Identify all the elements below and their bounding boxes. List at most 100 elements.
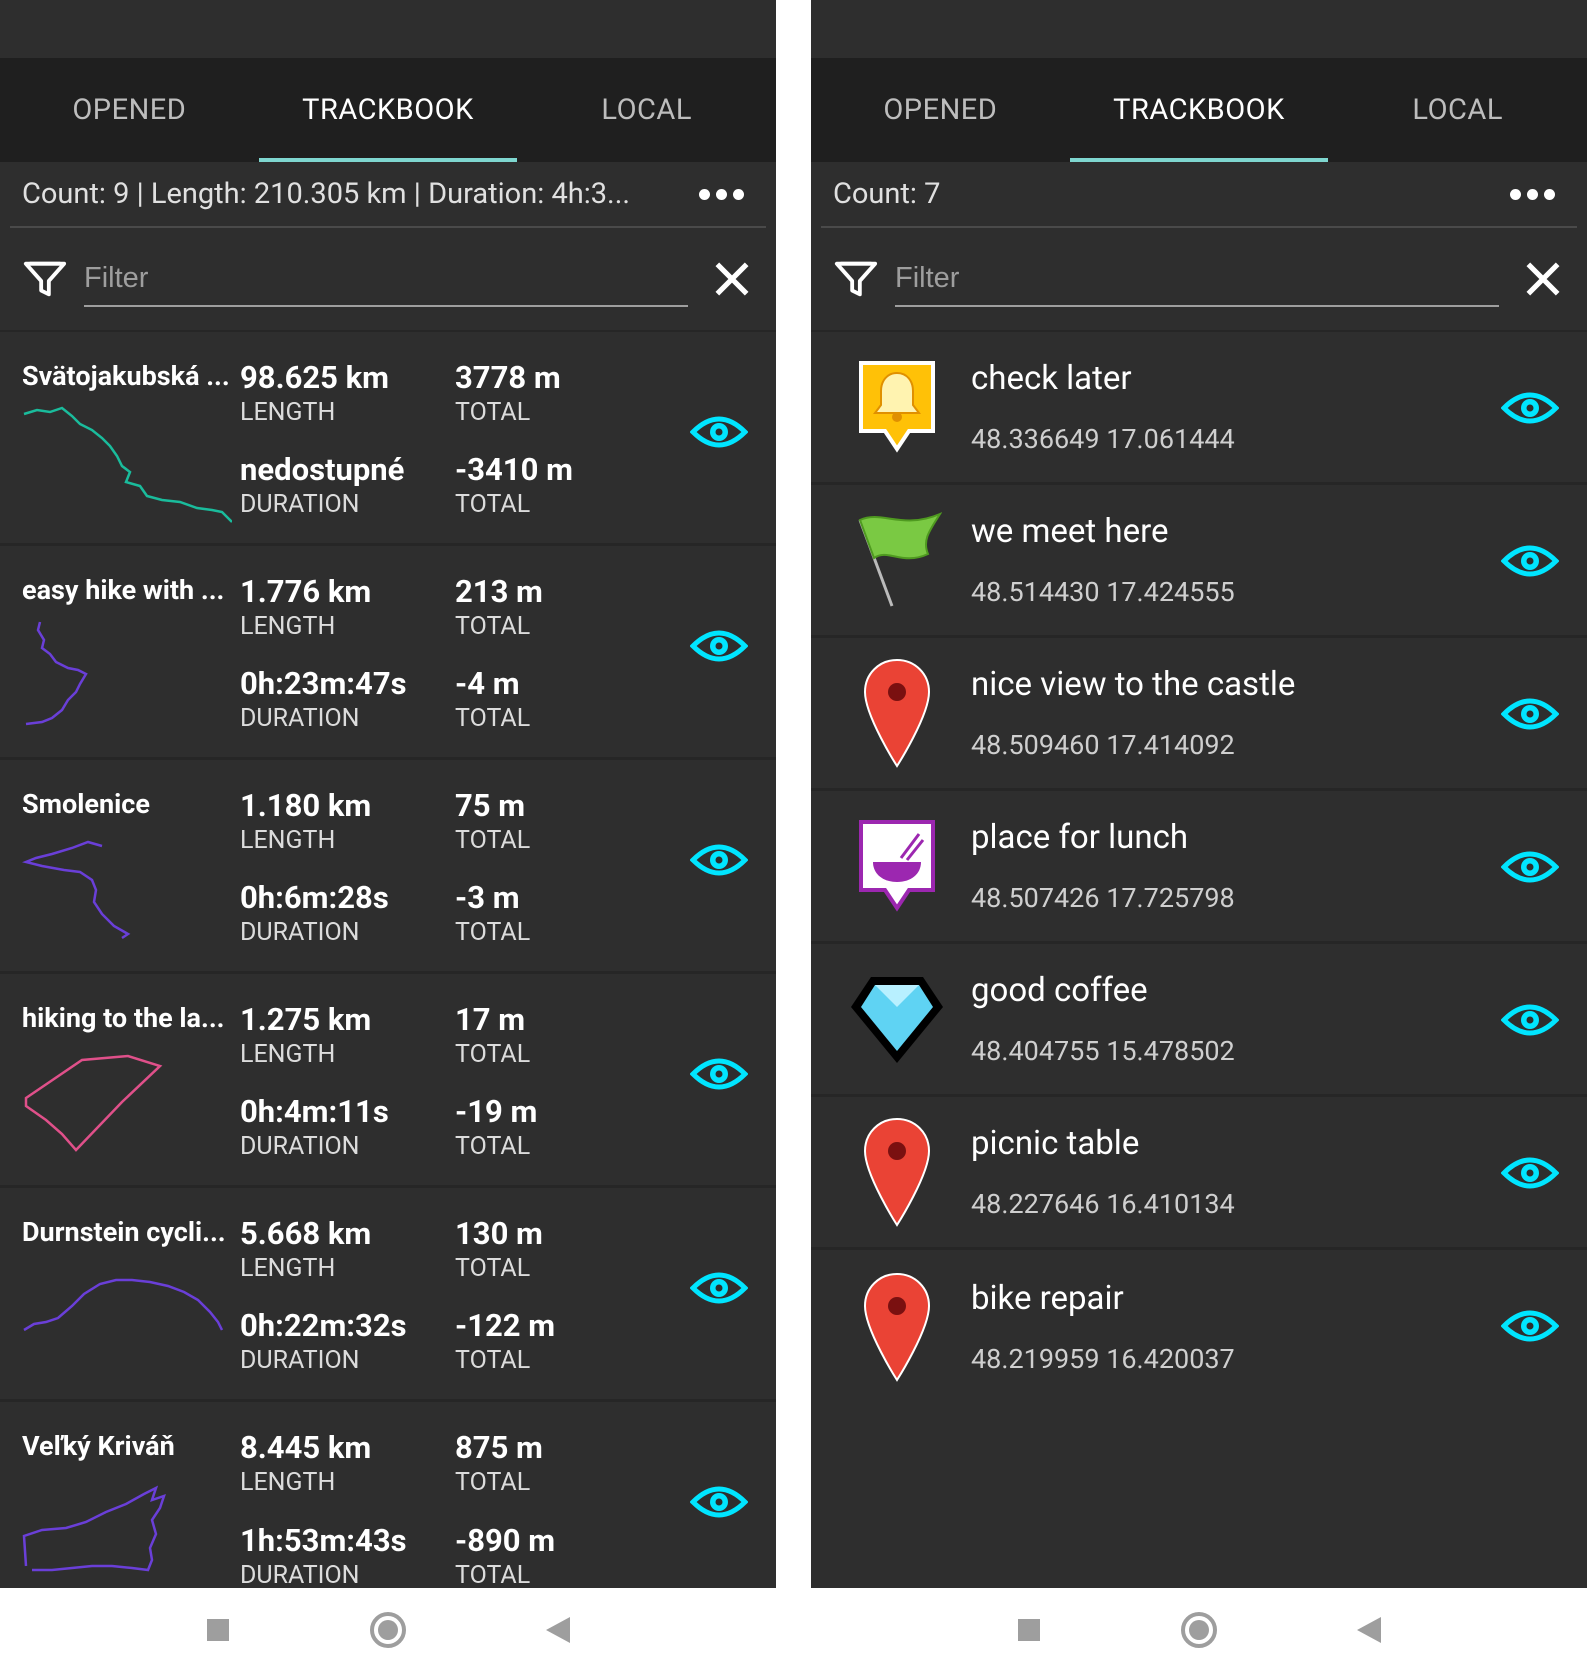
visibility-eye-icon[interactable] (689, 626, 749, 666)
visibility-eye-icon[interactable] (1500, 1306, 1560, 1346)
point-name: bike repair (971, 1278, 1124, 1318)
point-coordinates: 48.509460 17.414092 (971, 729, 1235, 761)
track-preview (23, 406, 233, 523)
track-item[interactable]: easy hike with ... 1.776 km LENGTH 213 mT… (0, 546, 776, 760)
duration-label: DURATION (240, 1561, 360, 1588)
track-item[interactable]: Smolenice 1.180 km LENGTH 75 m TOTAL 0h:6m… (0, 760, 776, 974)
point-item[interactable]: check later 48.336649 17.061444 (811, 332, 1587, 485)
point-item[interactable]: picnic table 48.227646 16.410134 (811, 1097, 1587, 1250)
point-name: check later (971, 359, 1132, 398)
more-options-icon[interactable] (1495, 188, 1555, 200)
track-list: Svätojakubská ... 98.625 km LENGTH 3778 m… (0, 332, 776, 1588)
point-item[interactable]: bike repair 48.219959 16.420037 (811, 1250, 1587, 1403)
point-list: check later 48.336649 17.061444 we meet … (811, 332, 1587, 1403)
filter-input[interactable] (895, 251, 1499, 307)
tab-local[interactable]: LOCAL (1328, 58, 1587, 162)
filter-input[interactable] (84, 251, 688, 307)
point-item[interactable]: nice view to the castle 48.509460 17.414… (811, 638, 1587, 791)
point-item[interactable]: good coffee 48.404755 15.478502 (811, 944, 1587, 1097)
tab-opened[interactable]: OPENED (0, 58, 259, 162)
track-preview (22, 1485, 166, 1572)
visibility-eye-icon[interactable] (689, 840, 749, 880)
track-length: 8.445 km (240, 1429, 372, 1466)
filter-icon (23, 261, 67, 297)
point-item[interactable]: we meet here 48.514430 17.424555 (811, 485, 1587, 638)
length-label: LENGTH (240, 398, 336, 427)
duration-label: DURATION (240, 703, 360, 733)
track-duration: 0h:23m:47s (240, 664, 407, 702)
tab-trackbook[interactable]: TRACKBOOK (1069, 58, 1329, 162)
visibility-eye-icon[interactable] (689, 1054, 749, 1094)
map-pin-icon (863, 658, 931, 768)
track-duration: 1h:53m:43s (240, 1522, 407, 1559)
back-triangle-icon[interactable] (1355, 1615, 1383, 1645)
tab-opened[interactable]: OPENED (811, 58, 1070, 162)
point-name: picnic table (971, 1124, 1140, 1163)
more-options-icon[interactable] (684, 188, 744, 200)
trackbook-points-screen: OPENED TRACKBOOK LOCAL Count: 7 check la… (811, 0, 1587, 1588)
back-triangle-icon[interactable] (544, 1615, 572, 1645)
track-length: 1.776 km (240, 573, 372, 610)
filter-row (0, 228, 776, 332)
clear-filter-icon[interactable] (710, 257, 754, 301)
tab-local[interactable]: LOCAL (517, 58, 776, 162)
length-label: LENGTH (240, 826, 336, 855)
length-label: LENGTH (240, 1254, 336, 1283)
point-item[interactable]: place for lunch 48.507426 17.725798 (811, 791, 1587, 944)
track-preview (21, 840, 131, 940)
tab-bar: OPENED TRACKBOOK LOCAL (0, 58, 776, 162)
visibility-eye-icon[interactable] (689, 412, 749, 452)
visibility-eye-icon[interactable] (1500, 541, 1560, 581)
navigation-bar (811, 1588, 1587, 1672)
track-preview (25, 621, 88, 726)
track-length: 1.180 km (240, 787, 372, 824)
visibility-eye-icon[interactable] (689, 1482, 749, 1522)
track-item[interactable]: hiking to the la... 1.275 km LENGTH 17 mT… (0, 974, 776, 1188)
point-name: we meet here (971, 512, 1169, 551)
total-label: TOTAL (455, 489, 531, 519)
total-label: TOTAL (455, 1561, 531, 1588)
visibility-eye-icon[interactable] (689, 1268, 749, 1308)
track-name: Durnstein cycli... (22, 1216, 226, 1248)
point-coordinates: 48.336649 17.061444 (971, 423, 1235, 455)
track-item[interactable]: Veľký Kriváň 8.445 km LENGTH 875 m TOTAL 1… (0, 1402, 776, 1588)
visibility-eye-icon[interactable] (1500, 847, 1560, 887)
track-item[interactable]: Svätojakubská ... 98.625 km LENGTH 3778 m… (0, 332, 776, 546)
visibility-eye-icon[interactable] (1500, 1000, 1560, 1040)
total-label: TOTAL (455, 612, 531, 641)
track-length: 5.668 km (240, 1215, 372, 1252)
clear-filter-icon[interactable] (1521, 257, 1565, 301)
total-label: TOTAL (455, 1254, 531, 1283)
length-label: LENGTH (240, 612, 336, 641)
elevation-up: 875 m (455, 1429, 543, 1466)
summary-bar: Count: 7 (821, 162, 1577, 228)
track-duration: 0h:4m:11s (240, 1092, 389, 1130)
track-item[interactable]: Durnstein cycli... 5.668 km LENGTH 130 mT… (0, 1188, 776, 1402)
visibility-eye-icon[interactable] (1500, 1153, 1560, 1193)
total-label: TOTAL (455, 1131, 531, 1161)
recents-square-icon[interactable] (1016, 1617, 1042, 1643)
home-circle-icon[interactable] (1179, 1610, 1219, 1650)
recents-square-icon[interactable] (205, 1617, 231, 1643)
point-coordinates: 48.507426 17.725798 (971, 882, 1235, 914)
track-duration: 0h:6m:28s (240, 878, 389, 916)
tab-trackbook[interactable]: TRACKBOOK (258, 58, 518, 162)
summary-text: Count: 7 (833, 177, 941, 211)
navigation-bar (0, 1588, 776, 1672)
visibility-eye-icon[interactable] (1500, 388, 1560, 428)
elevation-down: -122 m (455, 1306, 556, 1344)
elevation-down: -19 m (455, 1092, 538, 1130)
visibility-eye-icon[interactable] (1500, 694, 1560, 734)
track-name: hiking to the la... (22, 1002, 225, 1034)
home-circle-icon[interactable] (368, 1610, 408, 1650)
status-bar (811, 0, 1587, 58)
elevation-up: 3778 m (455, 359, 561, 396)
filter-icon (834, 261, 878, 297)
point-coordinates: 48.404755 15.478502 (971, 1035, 1235, 1067)
elevation-up: 17 m (455, 1001, 526, 1038)
track-length: 98.625 km (240, 359, 390, 396)
status-bar (0, 0, 776, 58)
duration-label: DURATION (240, 1345, 360, 1375)
bell-icon (859, 361, 935, 453)
track-preview (23, 1278, 224, 1332)
